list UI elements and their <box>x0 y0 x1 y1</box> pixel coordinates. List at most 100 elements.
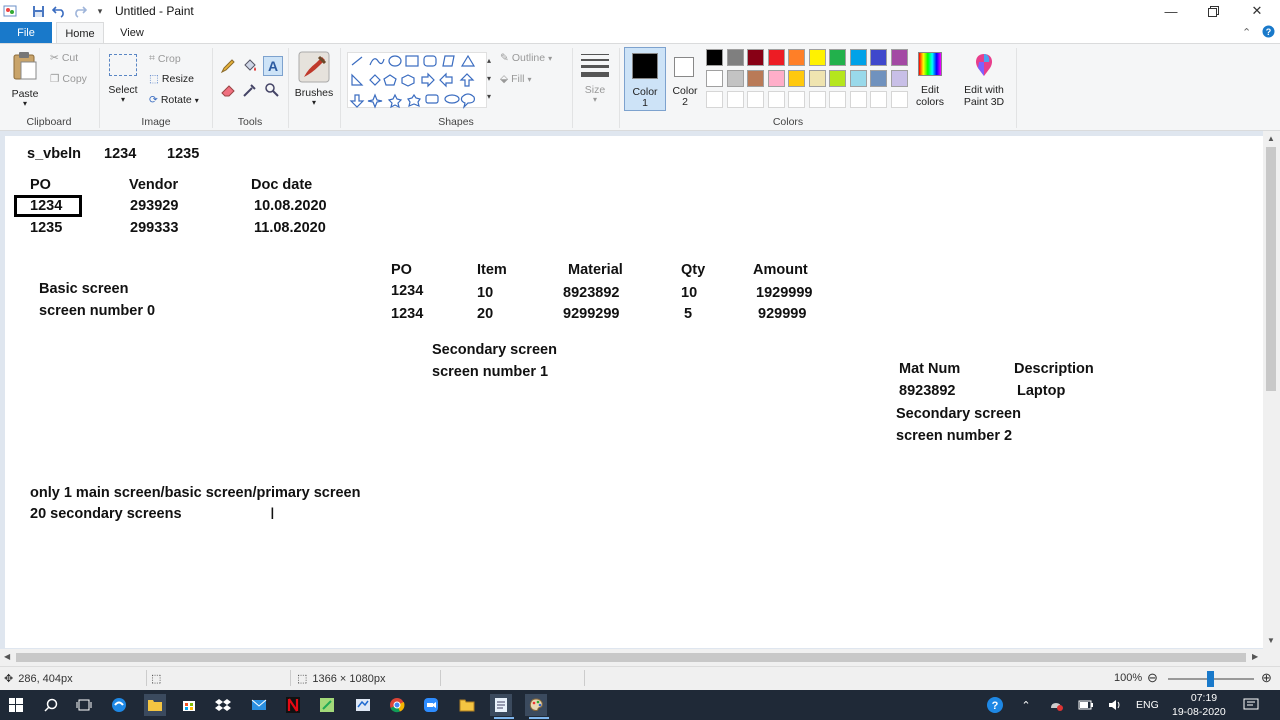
eraser-icon[interactable] <box>220 82 238 100</box>
show-hidden-icons-icon[interactable]: ⌃ <box>1015 694 1037 716</box>
brushes-button[interactable]: Brushes ▾ <box>293 48 335 110</box>
color-swatch[interactable] <box>890 49 908 66</box>
color-picker-icon[interactable] <box>242 82 260 100</box>
custom-color-slot[interactable] <box>747 91 764 108</box>
custom-color-slot[interactable] <box>849 91 867 108</box>
color-swatch[interactable] <box>808 49 826 66</box>
dropbox-icon[interactable] <box>212 694 234 716</box>
undo-icon[interactable] <box>51 3 67 19</box>
color-swatch[interactable] <box>849 70 867 87</box>
color1-button[interactable]: Color 1 <box>624 47 666 111</box>
pencil-icon[interactable] <box>220 58 238 76</box>
color-swatch[interactable] <box>726 49 744 66</box>
cut-button[interactable]: ✂ Cut <box>50 52 78 64</box>
custom-color-slot[interactable] <box>706 91 723 108</box>
customize-toolbar-dropdown-icon[interactable]: ▾ <box>92 3 108 19</box>
help-icon[interactable]: ? <box>1262 25 1275 41</box>
color-swatch[interactable] <box>870 49 887 66</box>
shapes-gallery[interactable] <box>347 52 487 109</box>
folder-icon[interactable] <box>456 694 478 716</box>
horizontal-scrollbar[interactable]: ◀ ▶ <box>0 649 1280 666</box>
custom-color-slot[interactable] <box>726 91 744 108</box>
copy-button[interactable]: ❐ Copy <box>50 73 87 85</box>
color-swatch[interactable] <box>747 49 764 66</box>
close-button[interactable]: ✕ <box>1236 0 1278 22</box>
rotate-button[interactable]: ⟳ Rotate ▾ <box>149 94 199 106</box>
notepad-icon[interactable] <box>490 694 512 716</box>
fill-button[interactable]: ⬙ Fill ▾ <box>500 73 532 85</box>
clock-time[interactable]: 07:19 <box>1184 692 1224 704</box>
sap-logon-icon[interactable] <box>352 694 374 716</box>
color-swatch[interactable] <box>747 70 764 87</box>
resize-button[interactable]: ⬚ Resize <box>149 73 194 85</box>
vertical-scroll-thumb[interactable] <box>1266 147 1276 391</box>
crop-button[interactable]: ⌗ Crop <box>149 52 181 65</box>
zoom-out-icon[interactable]: ⊖ <box>1147 670 1158 686</box>
color-swatch[interactable] <box>829 49 846 66</box>
color-swatch[interactable] <box>767 49 785 66</box>
fill-bucket-icon[interactable] <box>242 58 260 76</box>
scroll-down-icon[interactable]: ▼ <box>1267 636 1275 645</box>
tab-home[interactable]: Home <box>56 22 104 44</box>
horizontal-scroll-thumb[interactable] <box>16 653 1246 662</box>
custom-color-slot[interactable] <box>829 91 846 108</box>
task-view-icon[interactable] <box>73 694 95 716</box>
vertical-scrollbar[interactable]: ▲ ▼ <box>1263 131 1280 649</box>
battery-icon[interactable] <box>1075 694 1097 716</box>
store-icon[interactable] <box>178 694 200 716</box>
paste-button[interactable]: Paste ▾ <box>6 48 44 108</box>
tab-file[interactable]: File <box>0 22 52 44</box>
zoom-slider-thumb[interactable] <box>1207 671 1214 687</box>
zoom-in-icon[interactable]: ⊕ <box>1261 670 1272 686</box>
shapes-scroll-icon[interactable]: ▴ ▾ ▾ <box>486 52 492 108</box>
help-tray-icon[interactable]: ? <box>984 694 1006 716</box>
edge-browser-icon[interactable] <box>108 694 130 716</box>
edit-with-paint3d-button[interactable]: Edit with Paint 3D <box>956 48 1012 112</box>
color-swatch[interactable] <box>726 70 744 87</box>
network-icon[interactable] <box>1045 694 1067 716</box>
chrome-icon[interactable] <box>386 694 408 716</box>
color-swatch[interactable] <box>890 70 908 87</box>
drawing-canvas[interactable]: s_vbeln 1234 1235 PO Vendor Doc date 123… <box>5 136 1265 648</box>
tab-view[interactable]: View <box>110 22 154 44</box>
custom-color-slot[interactable] <box>808 91 826 108</box>
paint-app-icon[interactable] <box>2 3 18 19</box>
language-indicator[interactable]: ENG <box>1136 699 1159 711</box>
restore-button[interactable] <box>1192 0 1234 22</box>
clock-date[interactable]: 19-08-2020 <box>1172 706 1226 718</box>
custom-color-slot[interactable] <box>767 91 785 108</box>
custom-color-slot[interactable] <box>890 91 908 108</box>
color-swatch[interactable] <box>788 49 805 66</box>
custom-color-slot[interactable] <box>788 91 805 108</box>
edit-colors-button[interactable]: Edit colors <box>912 48 948 112</box>
notifications-icon[interactable] <box>1240 694 1262 716</box>
color-swatch[interactable] <box>870 70 887 87</box>
mail-icon[interactable] <box>248 694 270 716</box>
windows-start-icon[interactable] <box>5 694 27 716</box>
notepad-plus-icon[interactable] <box>316 694 338 716</box>
collapse-ribbon-icon[interactable]: ⌃ <box>1242 26 1251 39</box>
paint-taskbar-icon[interactable] <box>525 694 547 716</box>
color-swatch[interactable] <box>849 49 867 66</box>
scroll-left-icon[interactable]: ◀ <box>4 652 10 661</box>
scroll-up-icon[interactable]: ▲ <box>1267 134 1275 143</box>
scroll-right-icon[interactable]: ▶ <box>1252 652 1258 661</box>
size-button[interactable]: Size ▾ <box>577 50 613 110</box>
custom-color-slot[interactable] <box>870 91 887 108</box>
redo-icon[interactable] <box>72 3 88 19</box>
file-explorer-icon[interactable] <box>144 694 166 716</box>
color-swatch[interactable] <box>788 70 805 87</box>
minimize-button[interactable]: — <box>1150 0 1192 22</box>
color-swatch[interactable] <box>808 70 826 87</box>
netflix-icon[interactable] <box>282 694 304 716</box>
color-swatch[interactable] <box>829 70 846 87</box>
magnifier-icon[interactable] <box>264 82 282 100</box>
zoom-app-icon[interactable] <box>420 694 442 716</box>
color-swatch[interactable] <box>767 70 785 87</box>
select-button[interactable]: Select ▾ <box>104 50 142 106</box>
color2-button[interactable]: Color 2 <box>666 47 704 111</box>
color-swatch[interactable] <box>706 49 723 66</box>
color-swatch[interactable] <box>706 70 723 87</box>
outline-button[interactable]: ✎ Outline ▾ <box>500 52 552 64</box>
search-icon[interactable] <box>40 694 62 716</box>
